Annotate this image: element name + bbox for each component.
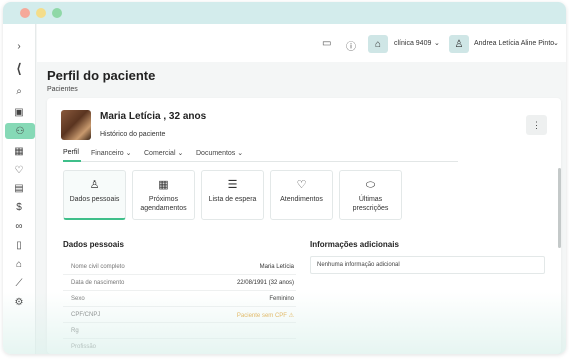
- stethoscope-icon: ♡: [296, 179, 307, 191]
- page-title: Perfil do paciente: [47, 68, 156, 83]
- table-row: Rg: [63, 323, 296, 339]
- tab-financeiro[interactable]: Financeiro ⌄: [91, 149, 132, 157]
- scrollbar[interactable]: [558, 168, 561, 248]
- warning-value: Paciente sem CPF ⚠: [236, 313, 294, 319]
- tab-documentos[interactable]: Documentos ⌄: [196, 149, 243, 157]
- store-icon[interactable]: ⌂: [8, 256, 30, 272]
- chevron-down-icon[interactable]: ⌄: [553, 39, 559, 47]
- additional-info-box: Nenhuma informação adicional: [310, 256, 545, 274]
- inventory-icon[interactable]: ▤: [8, 180, 30, 196]
- dashboard-icon[interactable]: ▣: [8, 104, 30, 120]
- chevron-down-icon[interactable]: ⌄: [434, 39, 440, 47]
- tab-bar: Perfil Financeiro ⌄ Comercial ⌄ Document…: [63, 148, 458, 162]
- user-avatar-icon[interactable]: ♙: [449, 35, 469, 53]
- chevron-down-icon: ⌄: [125, 150, 132, 157]
- tab-perfil[interactable]: Perfil: [63, 149, 79, 156]
- document-icon[interactable]: ▯: [8, 237, 30, 253]
- table-row: Profissão: [63, 339, 296, 354]
- search-icon[interactable]: ⌕: [8, 83, 30, 99]
- additional-info-title: Informações adicionais: [310, 240, 399, 249]
- chart-icon[interactable]: ⟋: [8, 275, 30, 291]
- chevron-right-icon[interactable]: ›: [8, 38, 30, 54]
- personal-data-table: Nome civil completo Maria Letícia Data d…: [63, 259, 296, 354]
- quick-action-lista-de-espera[interactable]: ☰ Lista de espera: [201, 170, 264, 220]
- user-menu[interactable]: Andrea Letícia Aline Pinto: [474, 40, 554, 47]
- user-icon: ♙: [89, 179, 100, 191]
- pills-icon: ⬭: [365, 179, 376, 191]
- table-row: Nome civil completo Maria Letícia: [63, 259, 296, 275]
- help-icon[interactable]: ⓘ: [346, 38, 356, 53]
- dollar-icon[interactable]: $: [8, 199, 30, 215]
- chevron-down-icon: ⌄: [177, 150, 184, 157]
- patient-card: Maria Letícia , 32 anos Histórico do pac…: [47, 98, 561, 354]
- stethoscope-icon[interactable]: ♡: [8, 162, 30, 178]
- top-bar: ▭ ⓘ ⌂ clínica 9409 ⌄ ♙ Andrea Letícia Al…: [37, 24, 566, 62]
- calendar-icon[interactable]: ▦: [8, 143, 30, 159]
- app-window: › ⟨ ⌕ ▣ ⚇ ▦ ♡ ▤ $ ∞ ▯ ⌂ ⟋ ⚙ ▭ ⓘ ⌂ clínic…: [3, 2, 566, 354]
- patients-icon[interactable]: ⚇: [5, 123, 35, 139]
- calendar-icon: ▦: [158, 179, 169, 191]
- more-options-button[interactable]: ⋮: [526, 115, 547, 135]
- close-window-button[interactable]: [20, 8, 30, 18]
- tab-comercial[interactable]: Comercial ⌄: [144, 149, 183, 157]
- quick-action-atendimentos[interactable]: ♡ Atendimentos: [270, 170, 333, 220]
- table-row: Data de nascimento 22/08/1991 (32 anos): [63, 275, 296, 291]
- patient-name: Maria Letícia , 32 anos: [100, 111, 207, 122]
- table-row: Sexo Feminino: [63, 291, 296, 307]
- list-icon: ☰: [227, 179, 238, 191]
- sidebar: › ⟨ ⌕ ▣ ⚇ ▦ ♡ ▤ $ ∞ ▯ ⌂ ⟋ ⚙: [3, 24, 36, 354]
- logo-icon[interactable]: ⟨: [8, 61, 30, 77]
- quick-action-dados-pessoais[interactable]: ♙ Dados pessoais: [63, 170, 126, 220]
- minimize-window-button[interactable]: [36, 8, 46, 18]
- chat-icon[interactable]: ▭: [322, 38, 331, 49]
- breadcrumb[interactable]: Pacientes: [47, 86, 78, 93]
- quick-action-ultimas-prescricoes[interactable]: ⬭ Últimas prescrições: [339, 170, 402, 220]
- quick-action-proximos-agendamentos[interactable]: ▦ Próximos agendamentos: [132, 170, 195, 220]
- handshake-icon[interactable]: ∞: [8, 218, 30, 234]
- active-tab-indicator: [63, 160, 81, 162]
- patient-avatar: [61, 110, 91, 140]
- personal-data-title: Dados pessoais: [63, 240, 124, 249]
- settings-icon[interactable]: ⚙: [8, 294, 30, 310]
- patient-history-link[interactable]: Histórico do paciente: [100, 131, 165, 138]
- chevron-down-icon: ⌄: [237, 150, 244, 157]
- maximize-window-button[interactable]: [52, 8, 62, 18]
- clinic-icon[interactable]: ⌂: [368, 35, 388, 53]
- table-row: CPF/CNPJ Paciente sem CPF ⚠: [63, 307, 296, 323]
- clinic-selector[interactable]: clínica 9409: [394, 40, 431, 47]
- window-titlebar: [3, 2, 566, 24]
